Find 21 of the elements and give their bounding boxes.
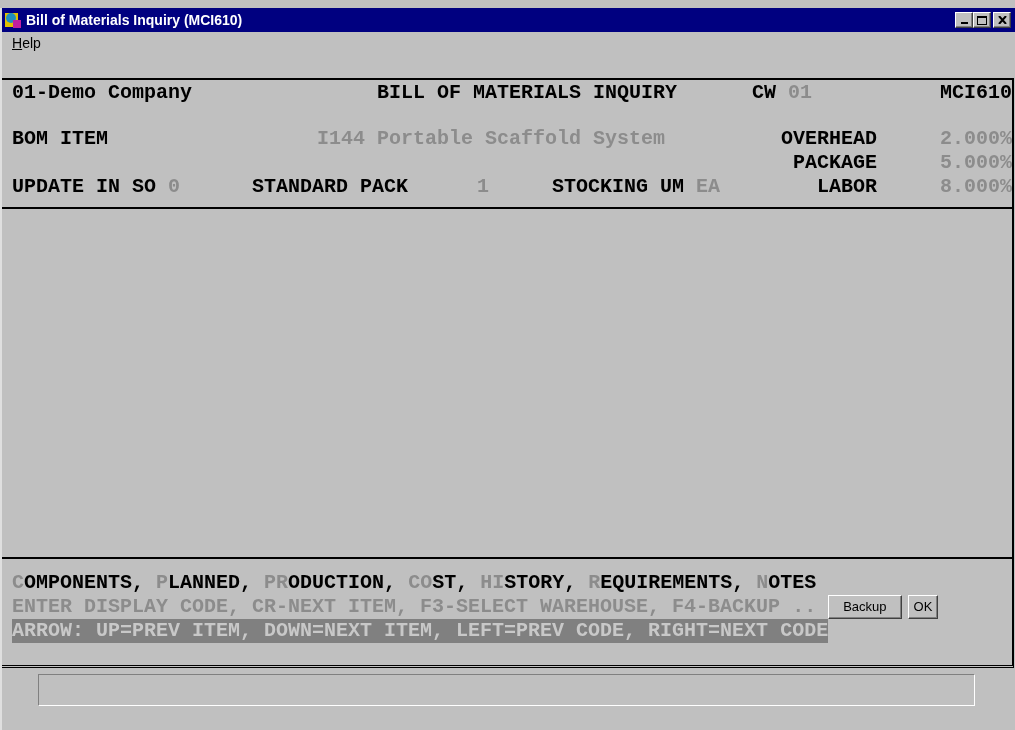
window-title: Bill of Materials Inquiry (MCI610) bbox=[26, 10, 243, 30]
update-in-so-label: UPDATE IN SO bbox=[12, 175, 158, 199]
menu-item[interactable]: Help bbox=[12, 32, 41, 54]
close-button[interactable] bbox=[993, 12, 1011, 28]
dialog-button[interactable]: OK bbox=[907, 595, 939, 619]
standard-pack-label: STANDARD PACK bbox=[252, 175, 410, 199]
rate-label: OVERHEAD bbox=[780, 127, 877, 151]
rate-label: LABOR bbox=[816, 175, 877, 199]
dialog-button[interactable]: Backup bbox=[828, 595, 902, 619]
stocking-um-label: STOCKING UM bbox=[552, 175, 686, 199]
app-icon bbox=[4, 11, 22, 29]
close-icon bbox=[997, 16, 1007, 24]
arrow-help-text: ARROW: UP=PREV ITEM, DOWN=NEXT ITEM, LEFT=PREV CODE, RIGHT=NEXT CODE bbox=[12, 619, 829, 643]
minimize-button[interactable] bbox=[955, 12, 973, 28]
company-name: 01-Demo Company bbox=[12, 81, 194, 105]
rate-label: PACKAGE bbox=[792, 151, 877, 175]
program-code: MCI610 bbox=[940, 81, 1012, 105]
screen-title: BILL OF MATERIALS INQUIRY bbox=[377, 81, 679, 105]
maximize-button[interactable] bbox=[973, 12, 991, 28]
warehouse-label: CW bbox=[752, 81, 777, 105]
bom-item-label: BOM ITEM bbox=[12, 127, 109, 151]
